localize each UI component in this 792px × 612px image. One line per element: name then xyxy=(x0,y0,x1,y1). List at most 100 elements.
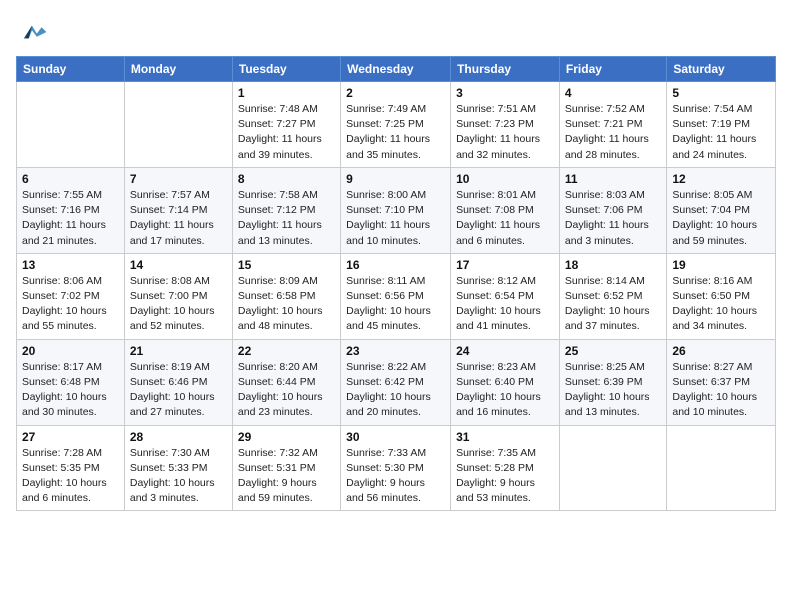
day-number: 20 xyxy=(22,344,119,358)
calendar-cell: 21 Sunrise: 8:19 AMSunset: 6:46 PMDayligh… xyxy=(124,339,232,425)
calendar-cell: 23 Sunrise: 8:22 AMSunset: 6:42 PMDayligh… xyxy=(341,339,451,425)
week-row-3: 13 Sunrise: 8:06 AMSunset: 7:02 PMDayligh… xyxy=(17,253,776,339)
weekday-sunday: Sunday xyxy=(17,57,125,82)
calendar-cell: 3 Sunrise: 7:51 AMSunset: 7:23 PMDaylight… xyxy=(451,82,560,168)
day-number: 22 xyxy=(238,344,335,358)
calendar-cell: 16 Sunrise: 8:11 AMSunset: 6:56 PMDayligh… xyxy=(341,253,451,339)
day-detail: Sunrise: 8:11 AMSunset: 6:56 PMDaylight:… xyxy=(346,274,445,335)
day-number: 14 xyxy=(130,258,227,272)
calendar-cell: 31Sunrise: 7:35 AMSunset: 5:28 PMDayligh… xyxy=(451,425,560,511)
calendar-cell: 24 Sunrise: 8:23 AMSunset: 6:40 PMDayligh… xyxy=(451,339,560,425)
page: SundayMondayTuesdayWednesdayThursdayFrid… xyxy=(0,0,792,612)
day-detail: Sunrise: 8:14 AMSunset: 6:52 PMDaylight:… xyxy=(565,274,661,335)
logo-icon xyxy=(16,16,48,48)
day-detail: Sunrise: 8:08 AMSunset: 7:00 PMDaylight:… xyxy=(130,274,227,335)
day-number: 1 xyxy=(238,86,335,100)
weekday-wednesday: Wednesday xyxy=(341,57,451,82)
calendar: SundayMondayTuesdayWednesdayThursdayFrid… xyxy=(16,56,776,511)
day-detail: Sunrise: 7:51 AMSunset: 7:23 PMDaylight:… xyxy=(456,102,554,163)
day-detail: Sunrise: 7:28 AMSunset: 5:35 PMDaylight:… xyxy=(22,446,119,507)
calendar-cell: 17 Sunrise: 8:12 AMSunset: 6:54 PMDayligh… xyxy=(451,253,560,339)
calendar-cell xyxy=(667,425,776,511)
day-detail: Sunrise: 8:06 AMSunset: 7:02 PMDaylight:… xyxy=(22,274,119,335)
day-detail: Sunrise: 8:20 AMSunset: 6:44 PMDaylight:… xyxy=(238,360,335,421)
day-number: 30 xyxy=(346,430,445,444)
day-detail: Sunrise: 8:09 AMSunset: 6:58 PMDaylight:… xyxy=(238,274,335,335)
day-number: 23 xyxy=(346,344,445,358)
day-detail: Sunrise: 8:05 AMSunset: 7:04 PMDaylight:… xyxy=(672,188,770,249)
calendar-cell: 22 Sunrise: 8:20 AMSunset: 6:44 PMDayligh… xyxy=(232,339,340,425)
day-detail: Sunrise: 8:00 AMSunset: 7:10 PMDaylight:… xyxy=(346,188,445,249)
week-row-1: 1 Sunrise: 7:48 AMSunset: 7:27 PMDaylight… xyxy=(17,82,776,168)
day-number: 28 xyxy=(130,430,227,444)
day-detail: Sunrise: 7:55 AMSunset: 7:16 PMDaylight:… xyxy=(22,188,119,249)
day-number: 31 xyxy=(456,430,554,444)
calendar-cell xyxy=(17,82,125,168)
day-detail: Sunrise: 8:03 AMSunset: 7:06 PMDaylight:… xyxy=(565,188,661,249)
day-detail: Sunrise: 8:16 AMSunset: 6:50 PMDaylight:… xyxy=(672,274,770,335)
day-number: 27 xyxy=(22,430,119,444)
day-detail: Sunrise: 8:17 AMSunset: 6:48 PMDaylight:… xyxy=(22,360,119,421)
day-detail: Sunrise: 7:48 AMSunset: 7:27 PMDaylight:… xyxy=(238,102,335,163)
day-detail: Sunrise: 8:01 AMSunset: 7:08 PMDaylight:… xyxy=(456,188,554,249)
calendar-cell: 30 Sunrise: 7:33 AMSunset: 5:30 PMDayligh… xyxy=(341,425,451,511)
day-number: 21 xyxy=(130,344,227,358)
calendar-cell: 29 Sunrise: 7:32 AMSunset: 5:31 PMDayligh… xyxy=(232,425,340,511)
calendar-cell: 10 Sunrise: 8:01 AMSunset: 7:08 PMDayligh… xyxy=(451,167,560,253)
day-number: 5 xyxy=(672,86,770,100)
day-detail: Sunrise: 7:49 AMSunset: 7:25 PMDaylight:… xyxy=(346,102,445,163)
day-number: 29 xyxy=(238,430,335,444)
calendar-cell: 1 Sunrise: 7:48 AMSunset: 7:27 PMDaylight… xyxy=(232,82,340,168)
calendar-cell: 25 Sunrise: 8:25 AMSunset: 6:39 PMDayligh… xyxy=(559,339,666,425)
day-detail: Sunrise: 8:27 AMSunset: 6:37 PMDaylight:… xyxy=(672,360,770,421)
day-number: 19 xyxy=(672,258,770,272)
day-number: 6 xyxy=(22,172,119,186)
day-number: 12 xyxy=(672,172,770,186)
day-number: 3 xyxy=(456,86,554,100)
weekday-saturday: Saturday xyxy=(667,57,776,82)
day-number: 17 xyxy=(456,258,554,272)
calendar-cell: 28 Sunrise: 7:30 AMSunset: 5:33 PMDayligh… xyxy=(124,425,232,511)
weekday-header-row: SundayMondayTuesdayWednesdayThursdayFrid… xyxy=(17,57,776,82)
calendar-cell: 9Sunrise: 8:00 AMSunset: 7:10 PMDaylight… xyxy=(341,167,451,253)
day-number: 26 xyxy=(672,344,770,358)
day-detail: Sunrise: 8:25 AMSunset: 6:39 PMDaylight:… xyxy=(565,360,661,421)
calendar-cell: 5Sunrise: 7:54 AMSunset: 7:19 PMDaylight… xyxy=(667,82,776,168)
day-number: 15 xyxy=(238,258,335,272)
logo xyxy=(16,16,52,48)
day-number: 7 xyxy=(130,172,227,186)
day-number: 18 xyxy=(565,258,661,272)
day-number: 13 xyxy=(22,258,119,272)
day-number: 16 xyxy=(346,258,445,272)
day-detail: Sunrise: 8:23 AMSunset: 6:40 PMDaylight:… xyxy=(456,360,554,421)
day-detail: Sunrise: 8:19 AMSunset: 6:46 PMDaylight:… xyxy=(130,360,227,421)
calendar-cell: 14 Sunrise: 8:08 AMSunset: 7:00 PMDayligh… xyxy=(124,253,232,339)
week-row-4: 20 Sunrise: 8:17 AMSunset: 6:48 PMDayligh… xyxy=(17,339,776,425)
calendar-cell: 20 Sunrise: 8:17 AMSunset: 6:48 PMDayligh… xyxy=(17,339,125,425)
day-detail: Sunrise: 8:22 AMSunset: 6:42 PMDaylight:… xyxy=(346,360,445,421)
calendar-cell: 27 Sunrise: 7:28 AMSunset: 5:35 PMDayligh… xyxy=(17,425,125,511)
day-number: 8 xyxy=(238,172,335,186)
day-detail: Sunrise: 8:12 AMSunset: 6:54 PMDaylight:… xyxy=(456,274,554,335)
calendar-cell: 7 Sunrise: 7:57 AMSunset: 7:14 PMDaylight… xyxy=(124,167,232,253)
day-detail: Sunrise: 7:30 AMSunset: 5:33 PMDaylight:… xyxy=(130,446,227,507)
header xyxy=(16,16,776,48)
calendar-cell: 19 Sunrise: 8:16 AMSunset: 6:50 PMDayligh… xyxy=(667,253,776,339)
weekday-tuesday: Tuesday xyxy=(232,57,340,82)
calendar-cell: 26 Sunrise: 8:27 AMSunset: 6:37 PMDayligh… xyxy=(667,339,776,425)
calendar-cell: 6 Sunrise: 7:55 AMSunset: 7:16 PMDaylight… xyxy=(17,167,125,253)
day-detail: Sunrise: 7:57 AMSunset: 7:14 PMDaylight:… xyxy=(130,188,227,249)
day-detail: Sunrise: 7:33 AMSunset: 5:30 PMDaylight:… xyxy=(346,446,445,507)
calendar-cell: 8Sunrise: 7:58 AMSunset: 7:12 PMDaylight… xyxy=(232,167,340,253)
calendar-body: 1 Sunrise: 7:48 AMSunset: 7:27 PMDaylight… xyxy=(17,82,776,511)
calendar-cell: 2Sunrise: 7:49 AMSunset: 7:25 PMDaylight… xyxy=(341,82,451,168)
calendar-cell xyxy=(124,82,232,168)
day-number: 10 xyxy=(456,172,554,186)
calendar-cell: 4Sunrise: 7:52 AMSunset: 7:21 PMDaylight… xyxy=(559,82,666,168)
day-detail: Sunrise: 7:32 AMSunset: 5:31 PMDaylight:… xyxy=(238,446,335,507)
week-row-2: 6 Sunrise: 7:55 AMSunset: 7:16 PMDaylight… xyxy=(17,167,776,253)
day-number: 24 xyxy=(456,344,554,358)
calendar-cell: 11Sunrise: 8:03 AMSunset: 7:06 PMDayligh… xyxy=(559,167,666,253)
day-number: 25 xyxy=(565,344,661,358)
week-row-5: 27 Sunrise: 7:28 AMSunset: 5:35 PMDayligh… xyxy=(17,425,776,511)
